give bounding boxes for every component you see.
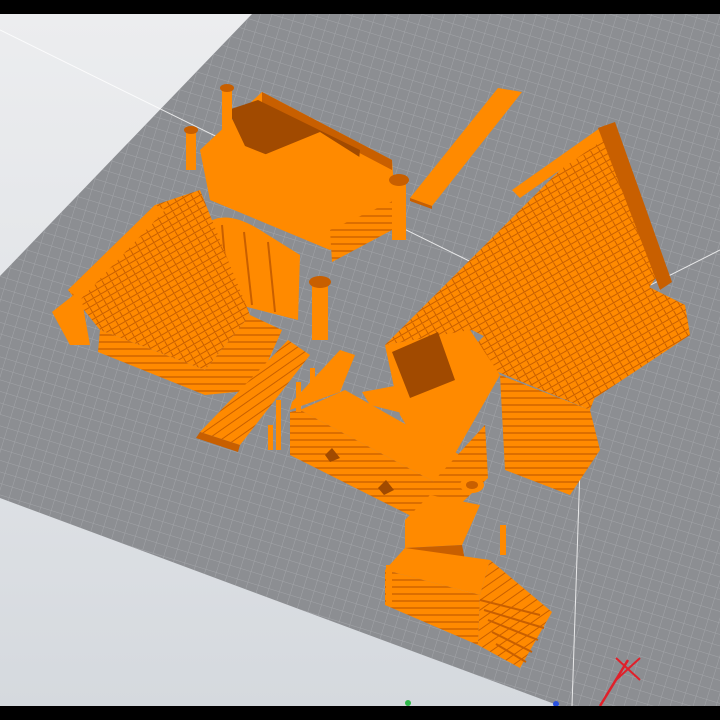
column <box>312 282 328 340</box>
column <box>186 130 196 170</box>
window-bottom-frame <box>0 706 720 720</box>
column <box>392 180 406 240</box>
3d-viewport[interactable] <box>0 14 720 706</box>
column <box>222 88 232 148</box>
window-top-frame <box>0 0 720 14</box>
scene-canvas[interactable] <box>0 14 720 706</box>
